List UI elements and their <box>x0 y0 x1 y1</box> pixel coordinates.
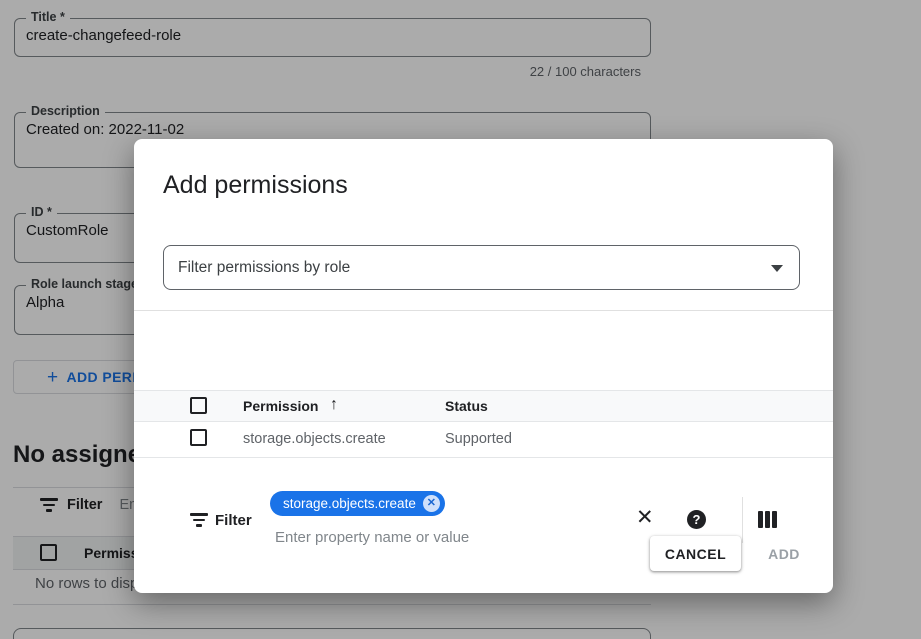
help-icon[interactable]: ? <box>687 510 706 529</box>
permissions-table-header: Permission ↑ Status <box>134 390 833 422</box>
permission-cell: storage.objects.create <box>243 431 386 447</box>
add-button[interactable]: ADD <box>754 536 814 571</box>
status-cell: Supported <box>445 431 512 447</box>
filter-chip[interactable]: storage.objects.create ✕ <box>270 491 445 516</box>
select-all-checkbox[interactable] <box>190 397 207 414</box>
column-display-options-icon[interactable] <box>758 511 777 528</box>
row-checkbox[interactable] <box>190 429 207 446</box>
add-permissions-dialog: Add permissions Filter permissions by ro… <box>134 139 833 593</box>
filter-label: Filter <box>215 512 252 529</box>
cancel-button[interactable]: CANCEL <box>650 536 741 571</box>
sort-ascending-icon[interactable]: ↑ <box>330 396 338 414</box>
filter-by-role-dropdown-value: Filter permissions by role <box>178 259 350 277</box>
filter-list-icon <box>190 513 208 527</box>
table-row[interactable]: storage.objects.create Supported <box>134 424 833 458</box>
filter-by-role-dropdown[interactable]: Filter permissions by role <box>163 245 800 290</box>
permission-column-header[interactable]: Permission <box>243 398 318 414</box>
toolbar-divider <box>742 497 743 543</box>
dropdown-caret-icon <box>771 265 783 272</box>
chip-remove-icon[interactable]: ✕ <box>423 495 440 512</box>
screen: Title * create-changefeed-role 22 / 100 … <box>0 0 921 639</box>
filter-input-placeholder[interactable]: Enter property name or value <box>275 529 469 546</box>
filter-chip-label: storage.objects.create <box>283 496 416 511</box>
status-column-header[interactable]: Status <box>445 398 488 414</box>
clear-filters-icon[interactable]: ✕ <box>636 507 654 528</box>
dialog-title: Add permissions <box>163 171 348 200</box>
permissions-filter-toolbar: Filter storage.objects.create ✕ Enter pr… <box>134 310 833 390</box>
